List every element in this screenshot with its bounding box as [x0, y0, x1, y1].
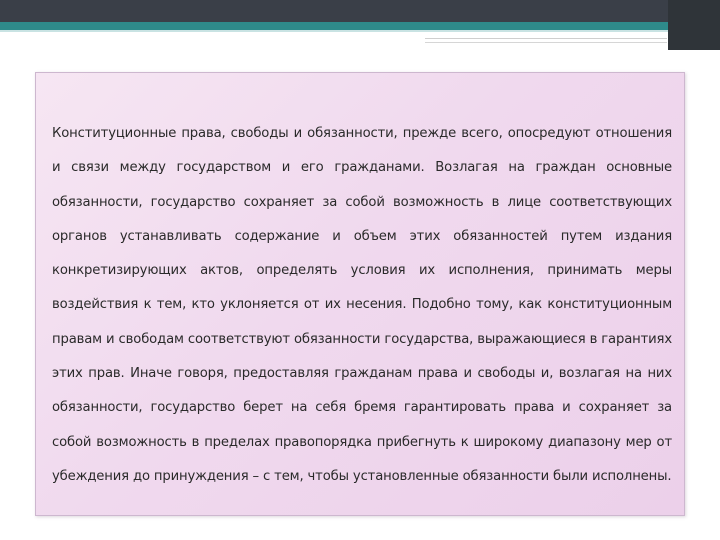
decorative-line-top: [425, 38, 667, 39]
header-bar: [0, 0, 720, 22]
body-paragraph: Конституционные права, свободы и обязанн…: [52, 126, 672, 484]
decorative-line-bottom: [425, 42, 667, 43]
corner-accent-block: [668, 0, 720, 50]
content-text-box: Конституционные права, свободы и обязанн…: [35, 72, 685, 516]
header-accent-stripe: [0, 22, 720, 30]
header-accent-highlight: [0, 30, 720, 32]
